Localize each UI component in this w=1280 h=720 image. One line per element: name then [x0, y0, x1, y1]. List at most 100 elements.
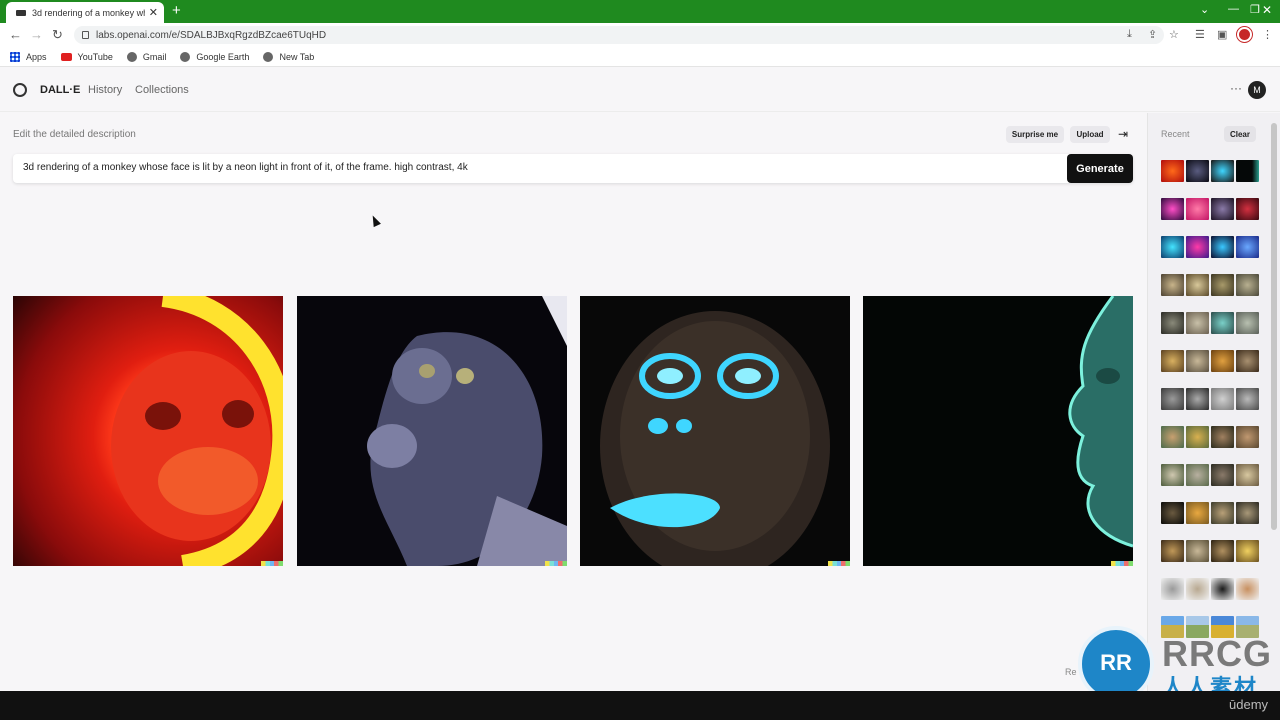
neon-gorilla-blue-icon	[600, 311, 830, 566]
install-icon[interactable]: ⤓	[1127, 28, 1132, 41]
thumbnail[interactable]	[1211, 502, 1234, 524]
result-image-4[interactable]	[863, 296, 1133, 566]
thumbnail[interactable]	[1186, 502, 1209, 524]
thumbnail[interactable]	[1186, 160, 1209, 182]
thumbnail[interactable]	[1236, 426, 1259, 448]
nav-history[interactable]: History	[88, 84, 122, 96]
omnibox[interactable]: labs.openai.com/e/SDALBJBxqRgzdBZcae6TUq…	[74, 26, 1164, 44]
restore-icon[interactable]: ❐	[1250, 3, 1260, 16]
thumbnail[interactable]	[1161, 388, 1184, 410]
nav-collections[interactable]: Collections	[135, 84, 189, 96]
back-icon[interactable]: ←	[9, 27, 22, 42]
thumbnail[interactable]	[1161, 350, 1184, 372]
close-tab-icon[interactable]: ✕	[149, 6, 158, 19]
brand-title[interactable]: DALL·E	[40, 84, 80, 96]
thumbnail[interactable]	[1236, 236, 1259, 258]
result-image-2[interactable]	[297, 296, 567, 566]
openai-logo-icon[interactable]	[13, 83, 27, 97]
thumbnail[interactable]	[1236, 502, 1259, 524]
browser-tab[interactable]: 3d rendering of a monkey whose ✕	[6, 2, 164, 23]
sidebar-scrollbar[interactable]	[1271, 123, 1277, 530]
generation-color-strip	[1111, 561, 1133, 566]
reading-list-icon[interactable]: ☰	[1195, 28, 1205, 41]
thumbnail[interactable]	[1161, 540, 1184, 562]
thumbnail[interactable]	[1161, 160, 1184, 182]
thumbnail[interactable]	[1236, 464, 1259, 486]
clear-button[interactable]: Clear	[1224, 126, 1256, 142]
thumbnail[interactable]	[1211, 388, 1234, 410]
thumbnail[interactable]	[1236, 198, 1259, 220]
thumbnail[interactable]	[1186, 426, 1209, 448]
thumbnail[interactable]	[1211, 578, 1234, 600]
thumbnail[interactable]	[1161, 198, 1184, 220]
thumbnail[interactable]	[1211, 274, 1234, 296]
more-options-icon[interactable]: ···	[1230, 81, 1242, 95]
thumbnail[interactable]	[1161, 464, 1184, 486]
thumbnail[interactable]	[1186, 236, 1209, 258]
thumbnail[interactable]	[1186, 274, 1209, 296]
thumbnail[interactable]	[1236, 350, 1259, 372]
bookmark-new-tab[interactable]: New Tab	[263, 51, 314, 62]
globe-icon	[263, 51, 274, 62]
description-label: Edit the detailed description	[13, 129, 136, 140]
bookmark-apps[interactable]: Apps	[10, 51, 47, 62]
profile-avatar[interactable]	[1237, 27, 1252, 42]
bookmark-gmail[interactable]: Gmail	[126, 51, 167, 62]
thumbnail[interactable]	[1211, 198, 1234, 220]
thumbnail[interactable]	[1161, 274, 1184, 296]
minimize-icon[interactable]: —	[1228, 3, 1239, 15]
thumbnail[interactable]	[1236, 540, 1259, 562]
thumbnail[interactable]	[1161, 426, 1184, 448]
thumbnail[interactable]	[1161, 578, 1184, 600]
tab-favicon-icon	[16, 9, 26, 16]
thumbnail[interactable]	[1186, 540, 1209, 562]
thumbnail-row	[1161, 502, 1261, 524]
result-image-1[interactable]	[13, 296, 283, 566]
reload-icon[interactable]: ↻	[52, 27, 63, 43]
thumbnail[interactable]	[1186, 350, 1209, 372]
thumbnail[interactable]	[1236, 274, 1259, 296]
thumbnail[interactable]	[1161, 236, 1184, 258]
thumbnail[interactable]	[1236, 312, 1259, 334]
neon-monkey-red-icon	[111, 296, 283, 566]
thumbnail[interactable]	[1186, 464, 1209, 486]
address-bar-row: ← → ↻ labs.openai.com/e/SDALBJBxqRgzdBZc…	[0, 23, 1280, 47]
tab-search-icon[interactable]: ⌄	[1200, 3, 1209, 16]
thumbnail-row	[1161, 540, 1261, 562]
side-panel-icon[interactable]: ▣	[1217, 28, 1227, 41]
bookmark-label: Gmail	[142, 51, 167, 62]
thumbnail[interactable]	[1211, 350, 1234, 372]
thumbnail[interactable]	[1161, 502, 1184, 524]
thumbnail[interactable]	[1236, 578, 1259, 600]
thumbnail[interactable]	[1186, 578, 1209, 600]
new-tab-icon[interactable]: +	[172, 2, 181, 20]
thumbnail[interactable]	[1186, 312, 1209, 334]
prompt-input[interactable]: 3d rendering of a monkey whose face is l…	[13, 154, 1133, 183]
upload-button[interactable]: Upload	[1070, 126, 1110, 143]
collapse-sidebar-icon[interactable]: ⇥	[1118, 127, 1128, 141]
user-avatar[interactable]: M	[1248, 81, 1266, 99]
thumbnail[interactable]	[1211, 540, 1234, 562]
thumbnail[interactable]	[1236, 388, 1259, 410]
thumbnail[interactable]	[1211, 464, 1234, 486]
thumbnail[interactable]	[1186, 198, 1209, 220]
close-window-icon[interactable]: ✕	[1262, 3, 1272, 17]
surprise-me-button[interactable]: Surprise me	[1006, 126, 1064, 143]
youtube-icon	[60, 52, 72, 61]
share-icon[interactable]: ⇪	[1148, 28, 1157, 41]
bookmark-youtube[interactable]: YouTube	[60, 52, 113, 62]
thumbnail[interactable]	[1186, 388, 1209, 410]
bookmark-star-icon[interactable]: ☆	[1169, 28, 1179, 41]
generate-button[interactable]: Generate	[1067, 154, 1133, 183]
thumbnail[interactable]	[1236, 160, 1259, 182]
result-image-3[interactable]	[580, 296, 850, 566]
thumbnail[interactable]	[1211, 312, 1234, 334]
thumbnail[interactable]	[1161, 312, 1184, 334]
bookmark-google-earth[interactable]: Google Earth	[180, 51, 249, 62]
thumbnail-row	[1161, 236, 1261, 258]
thumbnail[interactable]	[1211, 236, 1234, 258]
forward-icon[interactable]: →	[30, 27, 43, 42]
thumbnail[interactable]	[1211, 426, 1234, 448]
thumbnail[interactable]	[1211, 160, 1234, 182]
menu-dots-icon[interactable]: ⋮	[1262, 28, 1273, 41]
